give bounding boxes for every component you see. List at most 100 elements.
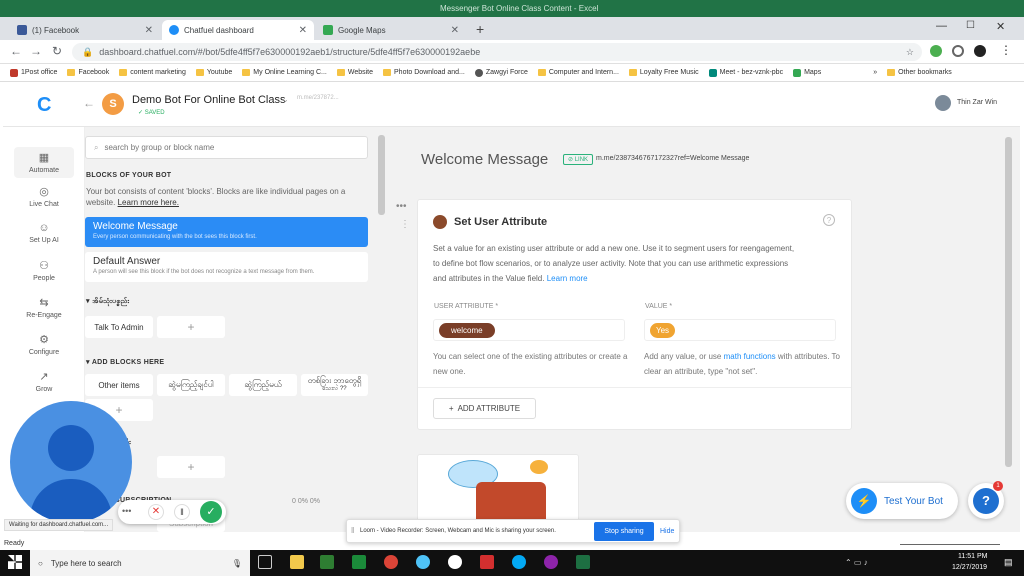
bookmark[interactable]: Loyalty Free Music bbox=[628, 69, 699, 76]
more-bookmarks-icon[interactable]: » bbox=[873, 69, 877, 76]
drag-handle-icon[interactable]: ‖ bbox=[351, 526, 354, 535]
nav-set-up-ai[interactable]: ☺ Set Up AI bbox=[3, 222, 85, 244]
bot-link[interactable]: m.me/237872... bbox=[297, 95, 339, 101]
taskbar-search[interactable]: ○ Type here to search 🎙 bbox=[30, 550, 250, 576]
app-icon[interactable] bbox=[416, 555, 430, 569]
value-input[interactable]: Yes bbox=[644, 319, 836, 341]
nav-people[interactable]: ⚇ People bbox=[3, 259, 85, 282]
drag-handle-icon[interactable]: ⋮ bbox=[400, 219, 410, 230]
block-item[interactable]: တစ်ခြား ဘာတွေရှိ သေးလဲ ?? bbox=[301, 374, 368, 396]
bookmark[interactable]: Facebook bbox=[67, 69, 109, 76]
block-other-items[interactable]: Other items bbox=[85, 374, 153, 396]
block-link[interactable]: m.me/2387346767172327ref=Welcome Message bbox=[596, 155, 749, 162]
app-icon[interactable] bbox=[480, 555, 494, 569]
panel-scrollbar[interactable] bbox=[378, 135, 385, 215]
new-tab-icon[interactable]: + bbox=[476, 21, 484, 37]
more-icon[interactable]: ••• bbox=[122, 506, 131, 516]
chatfuel-logo[interactable]: C bbox=[37, 94, 51, 117]
reload-icon[interactable]: ↻ bbox=[52, 44, 62, 58]
close-tab-icon[interactable]: ✕ bbox=[299, 25, 307, 36]
task-view-icon[interactable] bbox=[258, 555, 272, 569]
back-icon[interactable]: ← bbox=[10, 44, 22, 58]
test-your-bot-button[interactable]: ⚡ Test Your Bot bbox=[846, 483, 958, 519]
add-block-button[interactable]: + bbox=[157, 456, 225, 478]
zoom-slider[interactable] bbox=[900, 544, 1000, 545]
learn-more-link[interactable]: Learn more here. bbox=[118, 198, 179, 207]
group-add-blocks[interactable]: ▾ ADD BLOCKS HERE bbox=[86, 358, 164, 366]
photos-icon[interactable] bbox=[448, 555, 462, 569]
cancel-recording-icon[interactable]: ✕ bbox=[148, 504, 164, 520]
url-input[interactable]: 🔒 dashboard.chatfuel.com/#/bot/5dfe4ff5f… bbox=[72, 43, 922, 61]
user-name[interactable]: Thin Zar Win bbox=[957, 99, 997, 106]
notification-icon[interactable]: ▤ bbox=[1004, 557, 1013, 568]
tab-facebook[interactable]: (1) Facebook ✕ bbox=[10, 20, 160, 40]
chevron-down-icon[interactable]: ⌄ bbox=[282, 95, 289, 104]
bookmark[interactable]: 1Post office bbox=[10, 68, 57, 77]
add-attribute-button[interactable]: + ADD ATTRIBUTE bbox=[433, 398, 536, 419]
camtasia-icon[interactable] bbox=[320, 555, 334, 569]
group-household[interactable]: ▾ အိမ်သုံးပစ္စည်း bbox=[86, 297, 129, 307]
bookmark[interactable]: Computer and Intern... bbox=[537, 69, 619, 76]
pause-icon[interactable]: ‖ bbox=[174, 504, 190, 520]
tab-google-maps[interactable]: Google Maps ✕ bbox=[316, 20, 466, 40]
block-welcome-message[interactable]: Welcome Message Every person communicati… bbox=[85, 217, 368, 247]
skype-icon[interactable] bbox=[512, 555, 526, 569]
bot-name[interactable]: Demo Bot For Online Bot Class bbox=[132, 94, 285, 106]
help-icon[interactable]: ? bbox=[823, 214, 835, 226]
bookmark[interactable]: Youtube bbox=[195, 69, 232, 76]
bookmark[interactable]: Meet - bez-vznk-pbc bbox=[708, 68, 783, 77]
block-item[interactable]: ဆွဲမကြည့်ချင်ပါ bbox=[157, 374, 225, 396]
profile-avatar[interactable] bbox=[974, 45, 986, 57]
main-scrollbar[interactable] bbox=[1005, 137, 1012, 467]
maximize-icon[interactable]: ☐ bbox=[966, 20, 975, 31]
nav-automate[interactable]: ▦ Automate bbox=[14, 147, 74, 178]
bookmark[interactable]: Website bbox=[336, 69, 373, 76]
star-icon[interactable]: ☆ bbox=[906, 47, 914, 58]
bookmark[interactable]: content marketing bbox=[119, 69, 186, 76]
extension-icon[interactable] bbox=[952, 45, 964, 57]
math-functions-link[interactable]: math functions bbox=[724, 352, 776, 361]
excel-green-icon[interactable] bbox=[352, 555, 366, 569]
system-tray[interactable]: ⌃ ▭ ♪ bbox=[845, 558, 868, 567]
nav-re-engage[interactable]: ⇆ Re-Engage bbox=[3, 296, 85, 319]
close-tab-icon[interactable]: ✕ bbox=[145, 25, 153, 36]
clock-time[interactable]: 11:51 PM bbox=[958, 553, 987, 560]
excel-icon[interactable] bbox=[576, 555, 590, 569]
microphone-icon[interactable]: 🎙 bbox=[232, 559, 242, 568]
block-default-answer[interactable]: Default Answer A person will see this bl… bbox=[85, 252, 368, 282]
bookmark[interactable]: Zawgyi Force bbox=[474, 68, 528, 77]
clock-date[interactable]: 12/27/2019 bbox=[952, 564, 987, 571]
block-search[interactable]: ⌕ bbox=[85, 136, 368, 159]
stop-sharing-button[interactable]: Stop sharing bbox=[594, 522, 654, 541]
bookmark[interactable]: Other bookmarks bbox=[887, 69, 952, 76]
hide-button[interactable]: Hide bbox=[660, 528, 674, 535]
bookmark[interactable]: Photo Download and... bbox=[383, 69, 465, 76]
nav-live-chat[interactable]: ◎ Live Chat bbox=[3, 185, 85, 208]
help-button[interactable]: ? 1 bbox=[968, 481, 1004, 519]
add-block-button[interactable]: + bbox=[157, 316, 225, 338]
finish-recording-icon[interactable]: ✓ bbox=[200, 501, 222, 523]
bookmark[interactable]: My Online Learning C... bbox=[242, 69, 327, 76]
search-input[interactable] bbox=[104, 143, 345, 152]
chrome-icon[interactable] bbox=[384, 555, 398, 569]
block-talk-to-admin[interactable]: Talk To Admin bbox=[85, 316, 153, 338]
extension-icon[interactable] bbox=[930, 45, 942, 57]
close-tab-icon[interactable]: ✕ bbox=[451, 25, 459, 36]
nav-grow[interactable]: ↗ Grow bbox=[3, 370, 85, 393]
windows-start-icon[interactable] bbox=[8, 555, 22, 569]
card-menu-icon[interactable]: ••• bbox=[396, 201, 407, 212]
close-window-icon[interactable]: ✕ bbox=[996, 20, 1005, 33]
nav-configure[interactable]: ⚙ Configure bbox=[3, 333, 85, 356]
tab-chatfuel[interactable]: Chatfuel dashboard ✕ bbox=[162, 20, 314, 40]
menu-icon[interactable]: ⋮ bbox=[1000, 43, 1012, 57]
learn-more-link[interactable]: Learn more bbox=[547, 274, 588, 283]
app-icon[interactable] bbox=[544, 555, 558, 569]
user-attribute-input[interactable]: welcome bbox=[433, 319, 625, 341]
block-title[interactable]: Welcome Message bbox=[421, 151, 548, 168]
minimize-icon[interactable]: — bbox=[936, 20, 947, 32]
forward-icon[interactable]: → bbox=[30, 44, 42, 58]
bookmark[interactable]: Maps bbox=[793, 68, 821, 77]
value-pill[interactable]: Yes bbox=[650, 323, 676, 338]
user-avatar[interactable] bbox=[935, 95, 951, 111]
attribute-pill[interactable]: welcome bbox=[439, 323, 495, 338]
